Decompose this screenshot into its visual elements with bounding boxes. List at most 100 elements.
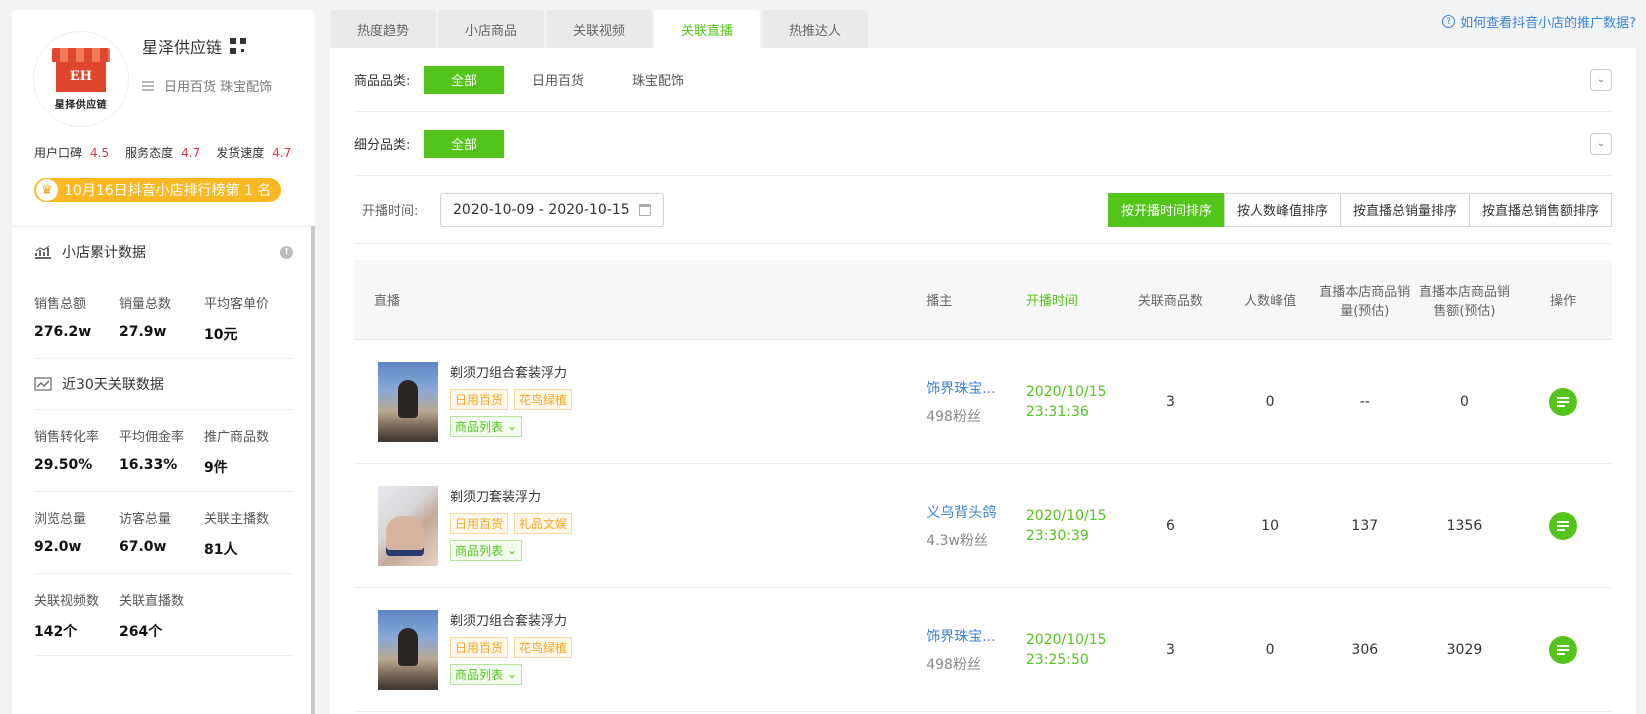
- tab-related-live[interactable]: 关联直播: [654, 10, 760, 48]
- recent30-title-text: 近30天关联数据: [62, 377, 164, 393]
- recent30-stats-row: 浏览总量 92.0w 访客总量 67.0w 关联主播数 81人: [34, 492, 293, 574]
- sort-by-start-time-button[interactable]: 按开播时间排序: [1107, 192, 1225, 227]
- stat-item: 浏览总量 92.0w: [34, 508, 119, 559]
- live-thumbnail[interactable]: [378, 485, 438, 566]
- start-date: 2020/10/15: [1025, 631, 1107, 648]
- op-cell: [1514, 387, 1612, 416]
- stat-label: 平均佣金率: [119, 430, 185, 445]
- rank-badge[interactable]: ♛ 10月16日抖音小店排行榜第 1 名: [34, 178, 282, 202]
- sort-by-volume-button[interactable]: 按直播总销量排序: [1339, 192, 1470, 227]
- op-cell: [1514, 511, 1612, 540]
- sidebar-scrollbar[interactable]: [311, 226, 315, 714]
- stat-value: 92.0w: [34, 539, 82, 555]
- line-chart-icon: [34, 377, 52, 391]
- goods-count: 3: [1165, 641, 1175, 658]
- stat-item: 销量总数 27.9w: [119, 293, 204, 344]
- stat-value: 142个: [34, 624, 78, 640]
- cumulative-title: 小店累计数据 !: [34, 227, 293, 277]
- cumulative-stats: 销售总额 276.2w 销量总数 27.9w 平均客单价 10元: [34, 277, 293, 359]
- chevron-down-icon[interactable]: ⌄: [1590, 132, 1612, 155]
- tab-related-videos[interactable]: 关联视频: [546, 10, 652, 48]
- chevron-down-icon[interactable]: ⌄: [1590, 68, 1612, 91]
- stat-value: 10元: [204, 327, 238, 343]
- category-filter: 商品品类: 全部 日用百货 珠宝配饰 ⌄: [354, 48, 1612, 112]
- live-info: 剃须刀套装浮力 日用百货 礼品文娱 商品列表 ⌄: [450, 486, 573, 561]
- sales-amount: 1356: [1446, 517, 1483, 534]
- start-time-cell: 2020/10/15 23:30:39: [1026, 506, 1116, 546]
- stat-label: 浏览总量: [34, 512, 87, 527]
- peak-viewers: 0: [1265, 641, 1275, 658]
- goods-list-toggle[interactable]: 商品列表 ⌄: [450, 415, 523, 437]
- stat-item: 关联主播数 81人: [204, 508, 289, 559]
- live-cell: 剃须刀组合套装浮力 日用百货 花鸟绿植 商品列表 ⌄: [354, 609, 926, 690]
- stat-item: 关联直播数 264个: [119, 590, 204, 641]
- category-tag: 花鸟绿植: [514, 636, 573, 658]
- sales-volume: --: [1359, 393, 1370, 410]
- shop-name: 星泽供应链: [142, 34, 247, 58]
- live-info: 剃须刀组合套装浮力 日用百货 花鸟绿植 商品列表 ⌄: [450, 362, 573, 437]
- stat-item: 平均佣金率 16.33%: [119, 426, 204, 477]
- date-range-input[interactable]: 2020-10-09 - 2020-10-15: [440, 192, 664, 227]
- question-icon: ?: [1442, 15, 1456, 28]
- subcategory-filter-label: 细分品类:: [354, 138, 411, 153]
- sales-amount: 3029: [1446, 641, 1483, 658]
- stat-label: 销量总数: [119, 297, 172, 312]
- goods-list-toggle[interactable]: 商品列表 ⌄: [450, 663, 523, 685]
- host-name-link[interactable]: 饰界珠宝...: [926, 626, 996, 646]
- live-tags: 日用百货 花鸟绿植: [450, 636, 573, 658]
- start-clock: 23:31:36: [1025, 403, 1089, 420]
- peak-viewers: 0: [1265, 393, 1275, 410]
- host-fans: 498粉丝: [926, 408, 981, 425]
- goods-list-label: 商品列表: [455, 543, 504, 558]
- op-cell: [1514, 635, 1612, 664]
- stat-value: 29.50%: [34, 457, 93, 473]
- category-tag: 礼品文娱: [514, 512, 573, 534]
- subcategory-option-all[interactable]: 全部: [424, 129, 504, 158]
- goods-list-toggle[interactable]: 商品列表 ⌄: [450, 539, 523, 561]
- live-tags: 日用百货 花鸟绿植: [450, 388, 573, 410]
- host-name-link[interactable]: 饰界珠宝...: [926, 378, 996, 398]
- stat-item: 平均客单价 10元: [204, 293, 289, 344]
- live-title[interactable]: 剃须刀套装浮力: [450, 486, 572, 505]
- qr-code-icon[interactable]: [230, 38, 247, 54]
- detail-list-icon[interactable]: [1549, 635, 1578, 664]
- live-thumbnail[interactable]: [378, 361, 438, 442]
- host-fans: 4.3w粉丝: [926, 532, 988, 549]
- stat-value: 67.0w: [119, 539, 167, 555]
- shop-categories: 日用百货 珠宝配饰: [142, 76, 272, 95]
- detail-list-icon[interactable]: [1549, 511, 1578, 540]
- live-title[interactable]: 剃须刀组合套装浮力: [450, 362, 572, 381]
- sort-by-amount-button[interactable]: 按直播总销售额排序: [1468, 192, 1612, 227]
- start-clock: 23:25:50: [1025, 651, 1089, 668]
- host-cell: 义乌背头鸽 4.3w粉丝: [926, 502, 1026, 550]
- category-tag: 花鸟绿植: [514, 388, 573, 410]
- crown-icon: ♛: [36, 179, 58, 201]
- category-option-all[interactable]: 全部: [424, 65, 504, 94]
- category-option-daily[interactable]: 日用百货: [512, 66, 604, 94]
- tab-hot-influencers[interactable]: 热推达人: [762, 10, 868, 48]
- live-cell: 剃须刀组合套装浮力 日用百货 花鸟绿植 商品列表 ⌄: [354, 361, 926, 442]
- stat-item: 关联视频数 142个: [34, 590, 119, 641]
- live-title[interactable]: 剃须刀组合套装浮力: [450, 610, 572, 629]
- shop-ratings: 用户口碑 4.5 服务态度 4.7 发货速度 4.7: [34, 144, 291, 161]
- help-link[interactable]: ? 如何查看抖音小店的推广数据?: [1442, 12, 1636, 31]
- info-icon[interactable]: !: [280, 245, 293, 259]
- rating-label: 发货速度: [216, 146, 265, 160]
- tab-shop-products[interactable]: 小店商品: [438, 10, 544, 48]
- header-start-time[interactable]: 开播时间: [1026, 290, 1116, 309]
- category-option-jewelry[interactable]: 珠宝配饰: [612, 66, 704, 94]
- stat-item: 访客总量 67.0w: [119, 508, 204, 559]
- rating-label: 服务态度: [125, 146, 174, 160]
- stat-label: 关联直播数: [119, 594, 185, 609]
- subcategory-filter: 细分品类: 全部 ⌄: [354, 112, 1612, 176]
- detail-list-icon[interactable]: [1549, 387, 1578, 416]
- stat-value: 264个: [119, 624, 163, 640]
- sort-by-peak-button[interactable]: 按人数峰值排序: [1223, 192, 1341, 227]
- tab-heat-trend[interactable]: 热度趋势: [330, 10, 436, 48]
- live-info: 剃须刀组合套装浮力 日用百货 花鸟绿植 商品列表 ⌄: [450, 610, 573, 685]
- live-thumbnail[interactable]: [378, 609, 438, 690]
- start-clock: 23:30:39: [1025, 527, 1089, 544]
- host-name-link[interactable]: 义乌背头鸽: [926, 502, 1006, 522]
- sales-amount: 0: [1459, 393, 1469, 410]
- table-header: 直播 播主 开播时间 关联商品数 人数峰值 直播本店商品销量(预估) 直播本店商…: [354, 260, 1612, 340]
